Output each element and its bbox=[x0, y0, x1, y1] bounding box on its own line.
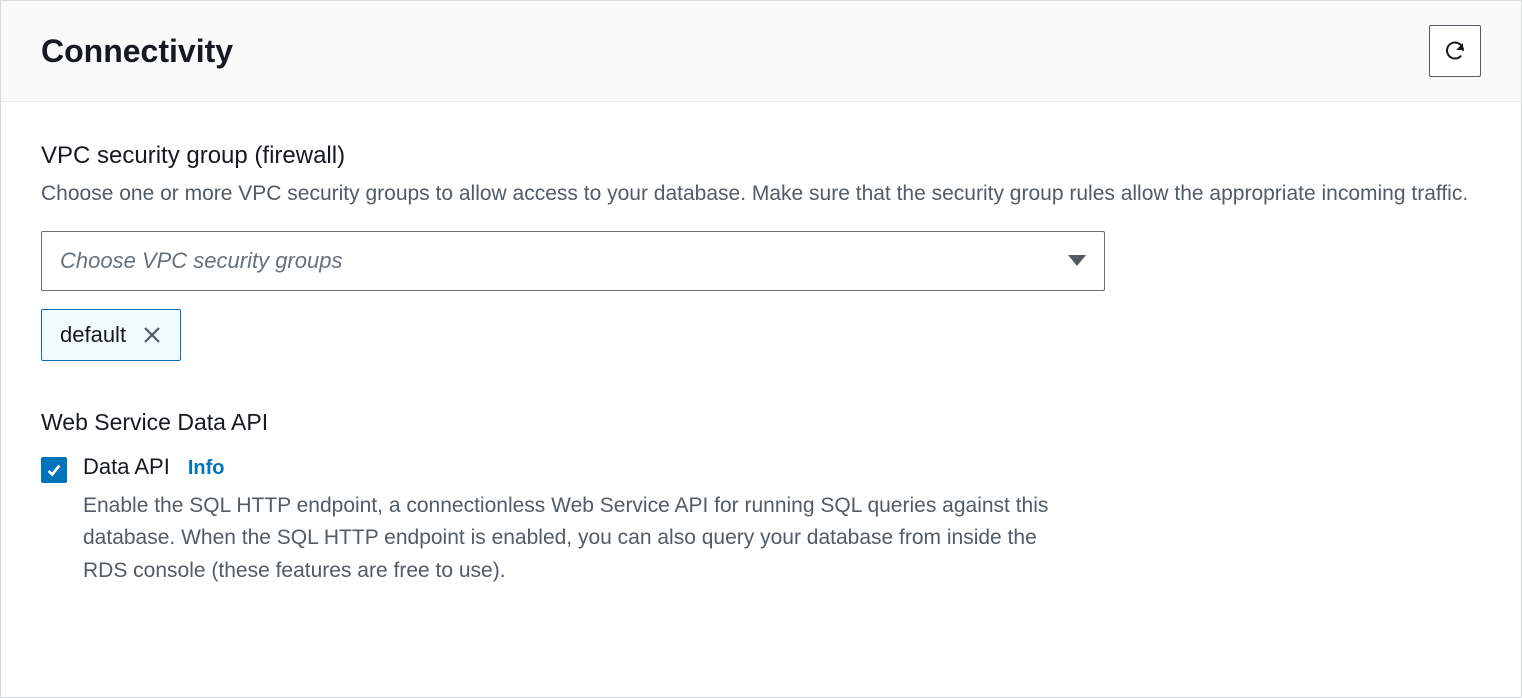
data-api-description: Enable the SQL HTTP endpoint, a connecti… bbox=[83, 490, 1053, 588]
panel-title: Connectivity bbox=[41, 33, 233, 70]
vpc-security-group-select[interactable]: Choose VPC security groups bbox=[41, 231, 1105, 291]
vpc-select-placeholder: Choose VPC security groups bbox=[60, 248, 342, 274]
panel-body: VPC security group (firewall) Choose one… bbox=[1, 102, 1521, 627]
data-api-body: Data API Info Enable the SQL HTTP endpoi… bbox=[83, 454, 1481, 588]
panel-header: Connectivity bbox=[1, 1, 1521, 102]
vpc-token-default[interactable]: default bbox=[41, 309, 181, 361]
data-api-checkbox[interactable] bbox=[41, 457, 67, 483]
connectivity-panel: Connectivity VPC security group (firewal… bbox=[0, 0, 1522, 698]
vpc-token-remove-button[interactable] bbox=[142, 325, 162, 345]
vpc-section-label: VPC security group (firewall) bbox=[41, 142, 1481, 170]
data-api-checkbox-row: Data API Info Enable the SQL HTTP endpoi… bbox=[41, 454, 1481, 588]
chevron-down-icon bbox=[1068, 255, 1086, 266]
check-icon bbox=[45, 461, 63, 479]
vpc-section-description: Choose one or more VPC security groups t… bbox=[41, 178, 1481, 211]
data-api-section-label: Web Service Data API bbox=[41, 409, 1481, 436]
close-icon bbox=[142, 325, 162, 345]
data-api-label-line: Data API Info bbox=[83, 454, 1481, 480]
refresh-icon bbox=[1443, 39, 1467, 63]
refresh-button[interactable] bbox=[1429, 25, 1481, 77]
data-api-label: Data API bbox=[83, 454, 170, 480]
data-api-info-link[interactable]: Info bbox=[188, 457, 225, 480]
vpc-token-label: default bbox=[60, 322, 126, 348]
